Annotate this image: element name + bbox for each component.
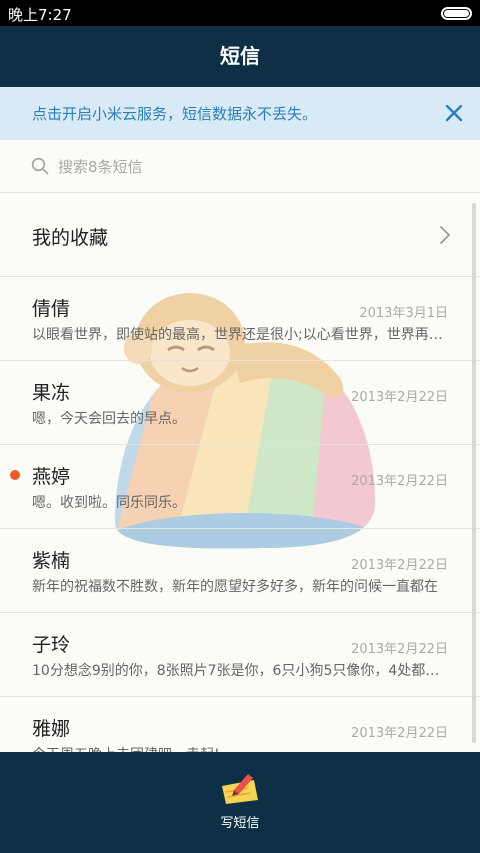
compose-label: 写短信 xyxy=(220,816,260,831)
search-icon xyxy=(31,157,49,175)
compose-button[interactable]: 写短信 xyxy=(200,770,280,840)
conversation-item[interactable]: 子玲 2013年2月22日 10分想念9别的你，8张照片7张是你，6只小狗5只像… xyxy=(0,613,480,697)
message-date: 2013年2月22日 xyxy=(351,726,448,741)
compose-pencil-icon xyxy=(222,774,258,804)
message-preview: 今天周五晚上去团建吧，走起! xyxy=(32,744,444,752)
status-bar: 晚上7:27 xyxy=(0,0,480,26)
conversation-item[interactable]: 雅娜 2013年2月22日 今天周五晚上去团建吧，走起! xyxy=(0,697,480,752)
page-title: 短信 xyxy=(220,44,260,68)
conversation-item[interactable]: 果冻 2013年2月22日 嗯，今天会回去的早点。 xyxy=(0,361,480,445)
favorites-label: 我的收藏 xyxy=(32,227,109,249)
message-date: 2013年3月1日 xyxy=(359,306,448,321)
message-preview: 嗯，今天会回去的早点。 xyxy=(32,411,186,427)
search-bar[interactable] xyxy=(0,140,480,193)
chevron-right-icon xyxy=(440,226,450,244)
message-preview: 10分想念9别的你，8张照片7张是你，6只小狗5只像你，4处都是你 xyxy=(32,663,444,679)
status-time: 晚上7:27 xyxy=(8,6,72,24)
conversation-list[interactable]: 我的收藏 倩倩 2013年3月1日 以眼看世界，即使站的最高，世界还是很小;以心… xyxy=(0,193,480,752)
title-bar: 短信 xyxy=(0,26,480,87)
message-date: 2013年2月22日 xyxy=(351,390,448,405)
battery-icon xyxy=(441,7,472,20)
message-preview: 以眼看世界，即使站的最高，世界还是很小;以心看世界，世界再小，也能看得很大 xyxy=(32,327,444,343)
close-icon[interactable] xyxy=(442,101,466,125)
conversation-item[interactable]: 燕婷 2013年2月22日 嗯。收到啦。同乐同乐。 xyxy=(0,445,480,529)
message-date: 2013年2月22日 xyxy=(351,558,448,573)
conversation-item[interactable]: 倩倩 2013年3月1日 以眼看世界，即使站的最高，世界还是很小;以心看世界，世… xyxy=(0,277,480,361)
favorites-row[interactable]: 我的收藏 xyxy=(0,193,480,277)
cloud-service-banner[interactable]: 点击开启小米云服务，短信数据永不丢失。 xyxy=(0,87,480,140)
contact-name: 燕婷 xyxy=(32,466,71,488)
contact-name: 子玲 xyxy=(32,634,71,656)
conversation-item[interactable]: 紫楠 2013年2月22日 新年的祝福数不胜数，新年的愿望好多好多，新年的问候一… xyxy=(0,529,480,613)
unread-dot xyxy=(10,470,20,480)
scrollbar[interactable] xyxy=(472,203,476,743)
bottom-bar: 写短信 xyxy=(0,752,480,853)
contact-name: 紫楠 xyxy=(32,550,71,572)
contact-name: 雅娜 xyxy=(32,718,71,740)
contact-name: 倩倩 xyxy=(32,298,71,320)
message-date: 2013年2月22日 xyxy=(351,474,448,489)
message-preview: 嗯。收到啦。同乐同乐。 xyxy=(32,495,186,511)
contact-name: 果冻 xyxy=(32,382,71,404)
message-date: 2013年2月22日 xyxy=(351,642,448,657)
search-input[interactable] xyxy=(58,153,438,181)
banner-text[interactable]: 点击开启小米云服务，短信数据永不丢失。 xyxy=(32,103,317,124)
message-preview: 新年的祝福数不胜数，新年的愿望好多好多，新年的问候一直都在 xyxy=(32,579,438,595)
